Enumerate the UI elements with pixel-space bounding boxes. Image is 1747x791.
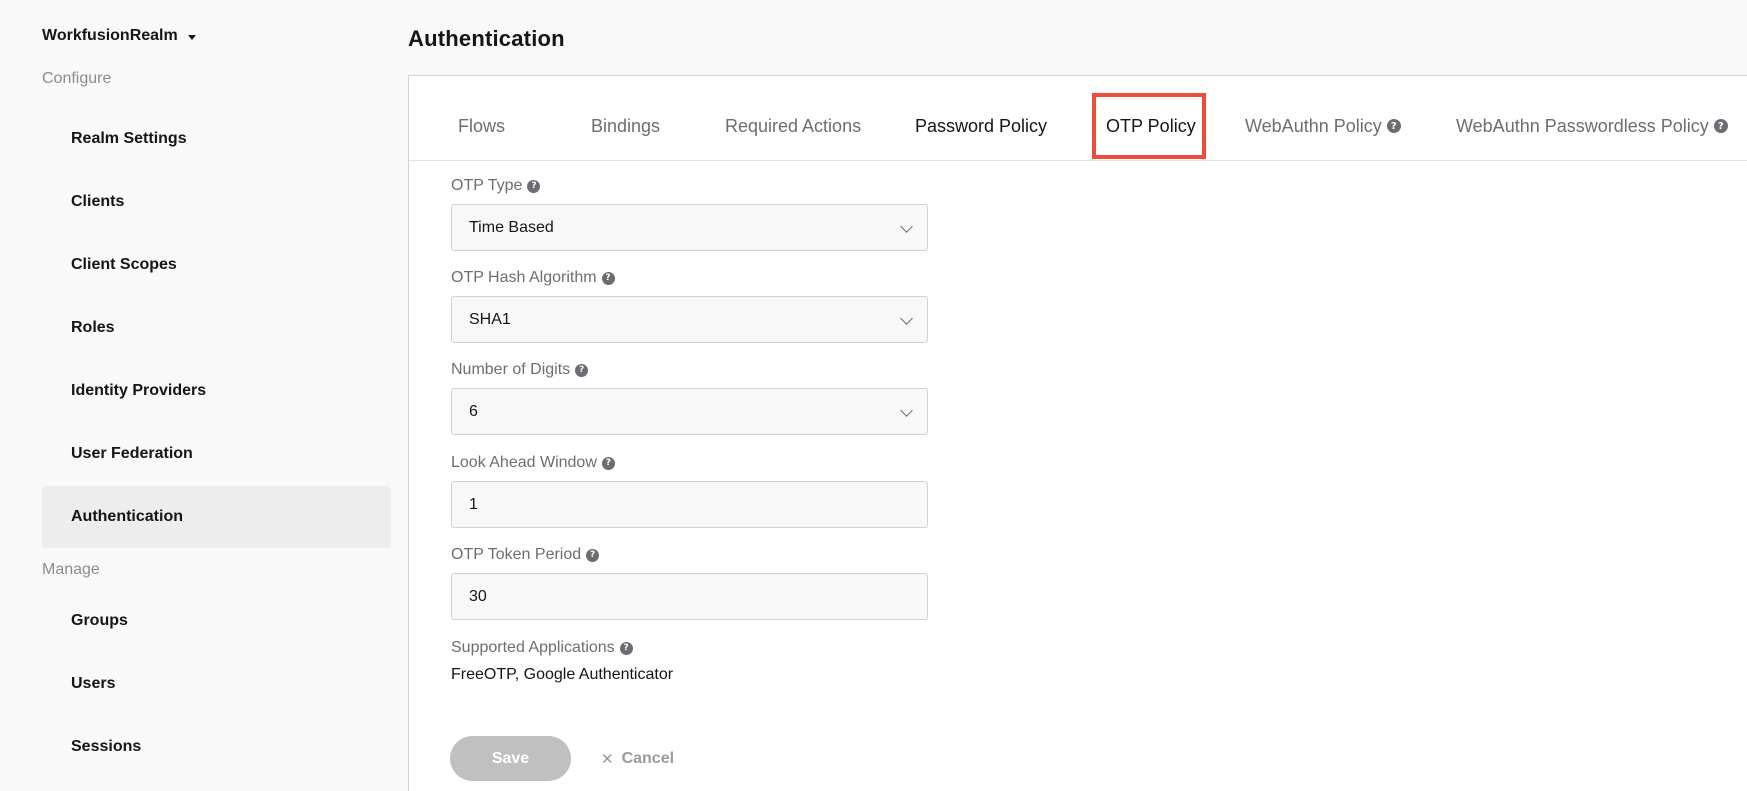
chevron-down-icon [900,220,913,233]
question-circle-icon[interactable]: ? [619,641,633,655]
form-actions: Save ✕ Cancel [450,736,674,781]
supported-applications-value: FreeOTP, Google Authenticator [451,666,674,683]
tab-label: Flows [458,115,506,136]
sidebar-item-sessions[interactable]: Sessions [42,716,391,778]
question-circle-icon[interactable]: ? [527,179,541,193]
question-circle-icon[interactable]: ? [586,548,600,562]
otp-hash-algorithm-field: OTP Hash Algorithm ? SHA1 [451,268,929,343]
sidebar: WorkfusionRealm Configure Realm Settings… [0,0,400,791]
otp-type-select[interactable]: Time Based [451,204,928,251]
question-circle-icon[interactable]: ? [1713,119,1728,133]
look-ahead-window-field: Look Ahead Window ? [451,453,929,528]
tab-webauthn-policy[interactable]: WebAuthn Policy ? [1245,93,1401,159]
cancel-button[interactable]: ✕ Cancel [601,750,674,768]
section-label-manage: Manage [42,561,100,578]
sidebar-item-label: Realm Settings [71,130,187,147]
close-icon: ✕ [601,750,614,768]
question-circle-icon[interactable]: ? [575,363,589,377]
question-circle-icon[interactable]: ? [601,456,615,470]
supported-apps-label: Supported Applications ? [451,638,929,658]
number-of-digits-select[interactable]: 6 [451,388,928,435]
save-button[interactable]: Save [450,736,571,781]
tab-label: WebAuthn Policy [1245,115,1382,136]
cancel-label: Cancel [621,749,675,767]
sidebar-item-label: Sessions [71,738,142,755]
app-root: WorkfusionRealm Configure Realm Settings… [0,0,1747,791]
sidebar-item-label: Authentication [71,508,183,525]
look-ahead-window-input[interactable] [469,495,927,514]
sidebar-item-clients[interactable]: Clients [42,171,391,233]
sidebar-item-user-federation[interactable]: User Federation [42,423,391,485]
question-circle-icon[interactable]: ? [1386,119,1401,133]
sidebar-item-label: Roles [71,319,115,336]
sidebar-item-realm-settings[interactable]: Realm Settings [42,108,391,170]
field-label-text: Supported Applications [451,639,615,656]
supported-applications-field: Supported Applications ? FreeOTP, Google… [451,638,929,684]
look-ahead-label: Look Ahead Window ? [451,453,929,473]
sidebar-item-label: Groups [71,612,128,629]
question-circle-icon[interactable]: ? [601,271,615,285]
tab-label: Bindings [591,115,661,136]
sidebar-item-groups[interactable]: Groups [42,590,391,652]
tab-label: OTP Policy [1106,115,1196,136]
field-label-text: OTP Type [451,177,523,194]
realm-name: WorkfusionRealm [42,27,178,44]
tab-label: Required Actions [725,115,862,136]
otp-type-label: OTP Type ? [451,176,929,196]
otp-token-period-input-wrap [451,573,928,620]
sidebar-item-client-scopes[interactable]: Client Scopes [42,234,391,296]
digits-label: Number of Digits ? [451,360,929,380]
otp-type-field: OTP Type ? Time Based [451,176,929,251]
otp-token-period-input[interactable] [469,587,927,606]
tab-otp-policy[interactable]: OTP Policy [1092,93,1206,159]
tab-bindings[interactable]: Bindings [591,93,660,159]
sidebar-item-label: User Federation [71,445,193,462]
number-of-digits-field: Number of Digits ? 6 [451,360,929,435]
sidebar-item-identity-providers[interactable]: Identity Providers [42,360,391,422]
otp-token-period-field: OTP Token Period ? [451,545,929,620]
tab-label: Password Policy [915,115,1048,136]
field-label-text: OTP Token Period [451,546,582,563]
field-label-text: OTP Hash Algorithm [451,269,597,286]
sidebar-item-label: Client Scopes [71,256,177,273]
sidebar-item-label: Identity Providers [71,382,207,399]
page-title: Authentication [408,26,565,51]
token-period-label: OTP Token Period ? [451,545,929,565]
tab-flows[interactable]: Flows [458,93,505,159]
otp-hash-value: SHA1 [469,310,511,328]
chevron-down-icon [900,312,913,325]
field-label-text: Look Ahead Window [451,454,597,471]
tab-bar: Flows Bindings Required Actions Password… [409,76,1747,161]
otp-hash-label: OTP Hash Algorithm ? [451,268,929,288]
chevron-down-icon [900,404,913,417]
tab-webauthn-passwordless-policy[interactable]: WebAuthn Passwordless Policy ? [1456,93,1728,159]
sidebar-item-authentication[interactable]: Authentication [42,486,391,548]
tab-label: WebAuthn Passwordless Policy [1456,115,1709,136]
sidebar-item-label: Clients [71,193,125,210]
sidebar-item-roles[interactable]: Roles [42,297,391,359]
content-panel: Flows Bindings Required Actions Password… [408,75,1747,791]
sidebar-item-users[interactable]: Users [42,653,391,715]
caret-down-icon [187,35,196,40]
tab-required-actions[interactable]: Required Actions [725,93,861,159]
section-label-configure: Configure [42,70,112,87]
realm-selector[interactable]: WorkfusionRealm [42,27,196,45]
digits-value: 6 [469,402,478,420]
otp-type-value: Time Based [469,218,554,236]
otp-hash-algorithm-select[interactable]: SHA1 [451,296,928,343]
field-label-text: Number of Digits [451,361,571,378]
tab-password-policy[interactable]: Password Policy [915,93,1047,159]
look-ahead-window-input-wrap [451,481,928,528]
sidebar-item-label: Users [71,675,116,692]
